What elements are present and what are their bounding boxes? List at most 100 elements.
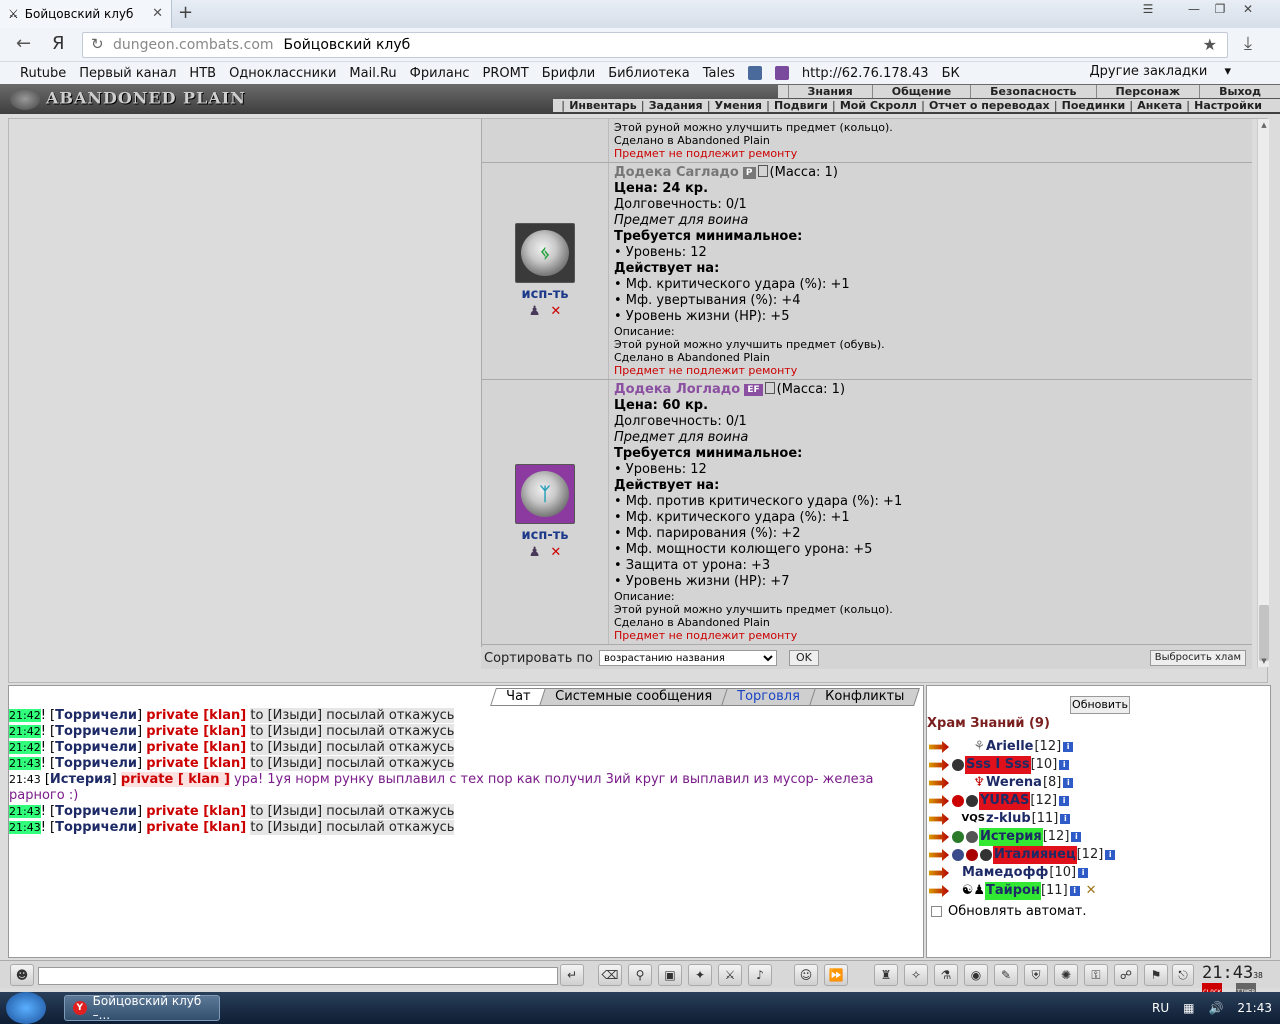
info-icon[interactable]: i <box>1063 778 1074 788</box>
use-button[interactable]: исп-ть <box>522 528 569 543</box>
info-icon[interactable]: i <box>1071 832 1082 842</box>
potion-icon[interactable]: ⚗ <box>934 964 958 986</box>
info-icon[interactable]: i <box>1059 796 1070 806</box>
speed-icon[interactable]: ⏩ <box>824 964 848 986</box>
item-name[interactable]: Додека Логладо <box>614 382 740 397</box>
msg-author[interactable]: Истерия <box>50 772 112 787</box>
submenu-inventory[interactable]: Инвентарь <box>565 99 640 112</box>
bookmark-promt[interactable]: PROMT <box>482 66 528 81</box>
reload-icon[interactable]: ↻ <box>91 35 104 53</box>
lang-indicator[interactable]: RU <box>1152 1001 1169 1015</box>
new-tab-icon[interactable]: + <box>178 4 193 22</box>
close-window-icon[interactable]: ✕ <box>1234 0 1262 18</box>
msg-time[interactable]: 21:43 <box>9 805 41 818</box>
private-arrow-icon[interactable] <box>929 885 949 897</box>
private-arrow-icon[interactable] <box>929 813 949 825</box>
menu-communication[interactable]: Общение <box>871 85 970 98</box>
submenu-settings[interactable]: Настройки <box>1190 99 1266 112</box>
user-name[interactable]: Arielle <box>985 738 1034 756</box>
rune-logl-icon[interactable]: ᛉ <box>515 464 575 524</box>
bag-icon[interactable]: ♜ <box>874 964 898 986</box>
msg-author[interactable]: Торричели <box>55 820 137 835</box>
scroll-icon[interactable]: ✎ <box>994 964 1018 986</box>
group-icon[interactable]: ☍ <box>1114 964 1138 986</box>
send-icon[interactable]: ↵ <box>560 964 584 986</box>
msg-private[interactable]: private [klan] <box>146 756 246 771</box>
info-icon[interactable]: i <box>1105 850 1116 860</box>
put-on-icon[interactable]: ♟ <box>529 304 541 319</box>
close-tab-icon[interactable]: ✕ <box>152 6 163 21</box>
bookmark-library[interactable]: Библиотека <box>608 66 690 81</box>
submenu-scroll[interactable]: Мой Скролл <box>836 99 921 112</box>
user-name[interactable]: Sss I Sss <box>965 756 1031 774</box>
bookmark-odnoklassniki[interactable]: Одноклассники <box>229 66 336 81</box>
tab-system[interactable]: Системные сообщения <box>539 688 728 706</box>
private-arrow-icon[interactable] <box>929 759 949 771</box>
submenu-tasks[interactable]: Задания <box>645 99 707 112</box>
bookmark-briefly[interactable]: Брифли <box>542 66 596 81</box>
address-bar[interactable]: ↻ dungeon.combats.com Бойцовский клуб ★ <box>82 32 1228 58</box>
eraser-icon[interactable]: ⌫ <box>598 964 622 986</box>
volume-icon[interactable]: 🔊 <box>1208 1001 1223 1015</box>
restore-icon[interactable]: ❐ <box>1206 0 1234 18</box>
submenu-transfers[interactable]: Отчет о переводах <box>925 99 1054 112</box>
private-arrow-icon[interactable] <box>929 831 949 843</box>
filter-icon[interactable]: ⚲ <box>628 964 652 986</box>
auto-update[interactable]: Обновлять автомат. <box>931 904 1087 919</box>
msg-private[interactable]: private [klan] <box>146 708 246 723</box>
msg-author[interactable]: Торричели <box>55 724 137 739</box>
user-name[interactable]: Истерия <box>979 828 1043 846</box>
msg-time[interactable]: 21:43 <box>9 821 41 834</box>
bookmark-freelance[interactable]: Фриланс <box>410 66 470 81</box>
tab-conflicts[interactable]: Конфликты <box>808 688 920 706</box>
bookmark-rutube[interactable]: Rutube <box>20 66 66 81</box>
menu-knowledge[interactable]: Знания <box>787 85 872 98</box>
msg-author[interactable]: Торричели <box>55 804 137 819</box>
user-name[interactable]: Тайрон <box>985 882 1041 900</box>
bookmark-mailru[interactable]: Mail.Ru <box>349 66 396 81</box>
user-name[interactable]: Италиянец <box>993 846 1077 864</box>
private-arrow-icon[interactable] <box>929 849 949 861</box>
bookmark-perviy[interactable]: Первый канал <box>79 66 176 81</box>
menu-exit[interactable]: Выход <box>1199 85 1280 98</box>
private-arrow-icon[interactable] <box>929 867 949 879</box>
msg-time[interactable]: 21:42 <box>9 725 41 738</box>
rune-sagl-icon[interactable]: ᛃ <box>515 223 575 283</box>
delete-icon[interactable]: ✕ <box>550 545 561 560</box>
main-scrollbar[interactable]: ▲ ▼ <box>1257 119 1269 667</box>
lock-icon[interactable]: ⚿ <box>1084 964 1108 986</box>
submenu-feats[interactable]: Подвиги <box>770 99 832 112</box>
info-icon[interactable]: i <box>1063 742 1074 752</box>
sound-icon[interactable]: ♪ <box>748 964 772 986</box>
tray-clock[interactable]: 21:43 <box>1237 1001 1272 1015</box>
msg-private[interactable]: private [klan] <box>146 740 246 755</box>
auto-update-checkbox[interactable] <box>931 906 942 917</box>
put-on-icon[interactable]: ♟ <box>529 545 541 560</box>
submenu-fights[interactable]: Поединки <box>1058 99 1130 112</box>
user-name[interactable]: Werena <box>985 774 1043 792</box>
bookmark-bk[interactable]: БК <box>942 66 960 81</box>
msg-private[interactable]: private [ klan ] <box>120 772 230 787</box>
fighters-icon[interactable]: ✦ <box>688 964 712 986</box>
private-arrow-icon[interactable] <box>929 795 949 807</box>
bookmark-ip[interactable]: http://62.76.178.43 <box>802 66 929 81</box>
sword-icon[interactable]: ⚔ <box>718 964 742 986</box>
smiley-icon[interactable]: ☺ <box>794 964 818 986</box>
info-icon[interactable]: i <box>1078 868 1089 878</box>
flag-icon[interactable]: ⚑ <box>1144 964 1168 986</box>
other-bookmarks[interactable]: Другие закладки ▾ <box>1090 64 1231 79</box>
submenu-skills[interactable]: Умения <box>711 99 766 112</box>
browser-tab[interactable]: ⚔ Бойцовский клуб ✕ <box>0 0 172 28</box>
green-spark-icon[interactable]: ✺ <box>1054 964 1078 986</box>
private-arrow-icon[interactable] <box>929 741 949 753</box>
msg-author[interactable]: Торричели <box>55 708 137 723</box>
user-name[interactable]: z-klub <box>985 810 1032 828</box>
menu-character[interactable]: Персонаж <box>1095 85 1200 98</box>
scroll-thumb[interactable] <box>1259 605 1269 661</box>
chat-input[interactable] <box>38 967 558 985</box>
msg-author[interactable]: Торричели <box>55 740 137 755</box>
tab-trade[interactable]: Торговля <box>721 688 816 706</box>
back-arrow-icon[interactable]: ← <box>16 34 31 54</box>
save-icon[interactable]: ▣ <box>658 964 682 986</box>
msg-private[interactable]: private [klan] <box>146 724 246 739</box>
